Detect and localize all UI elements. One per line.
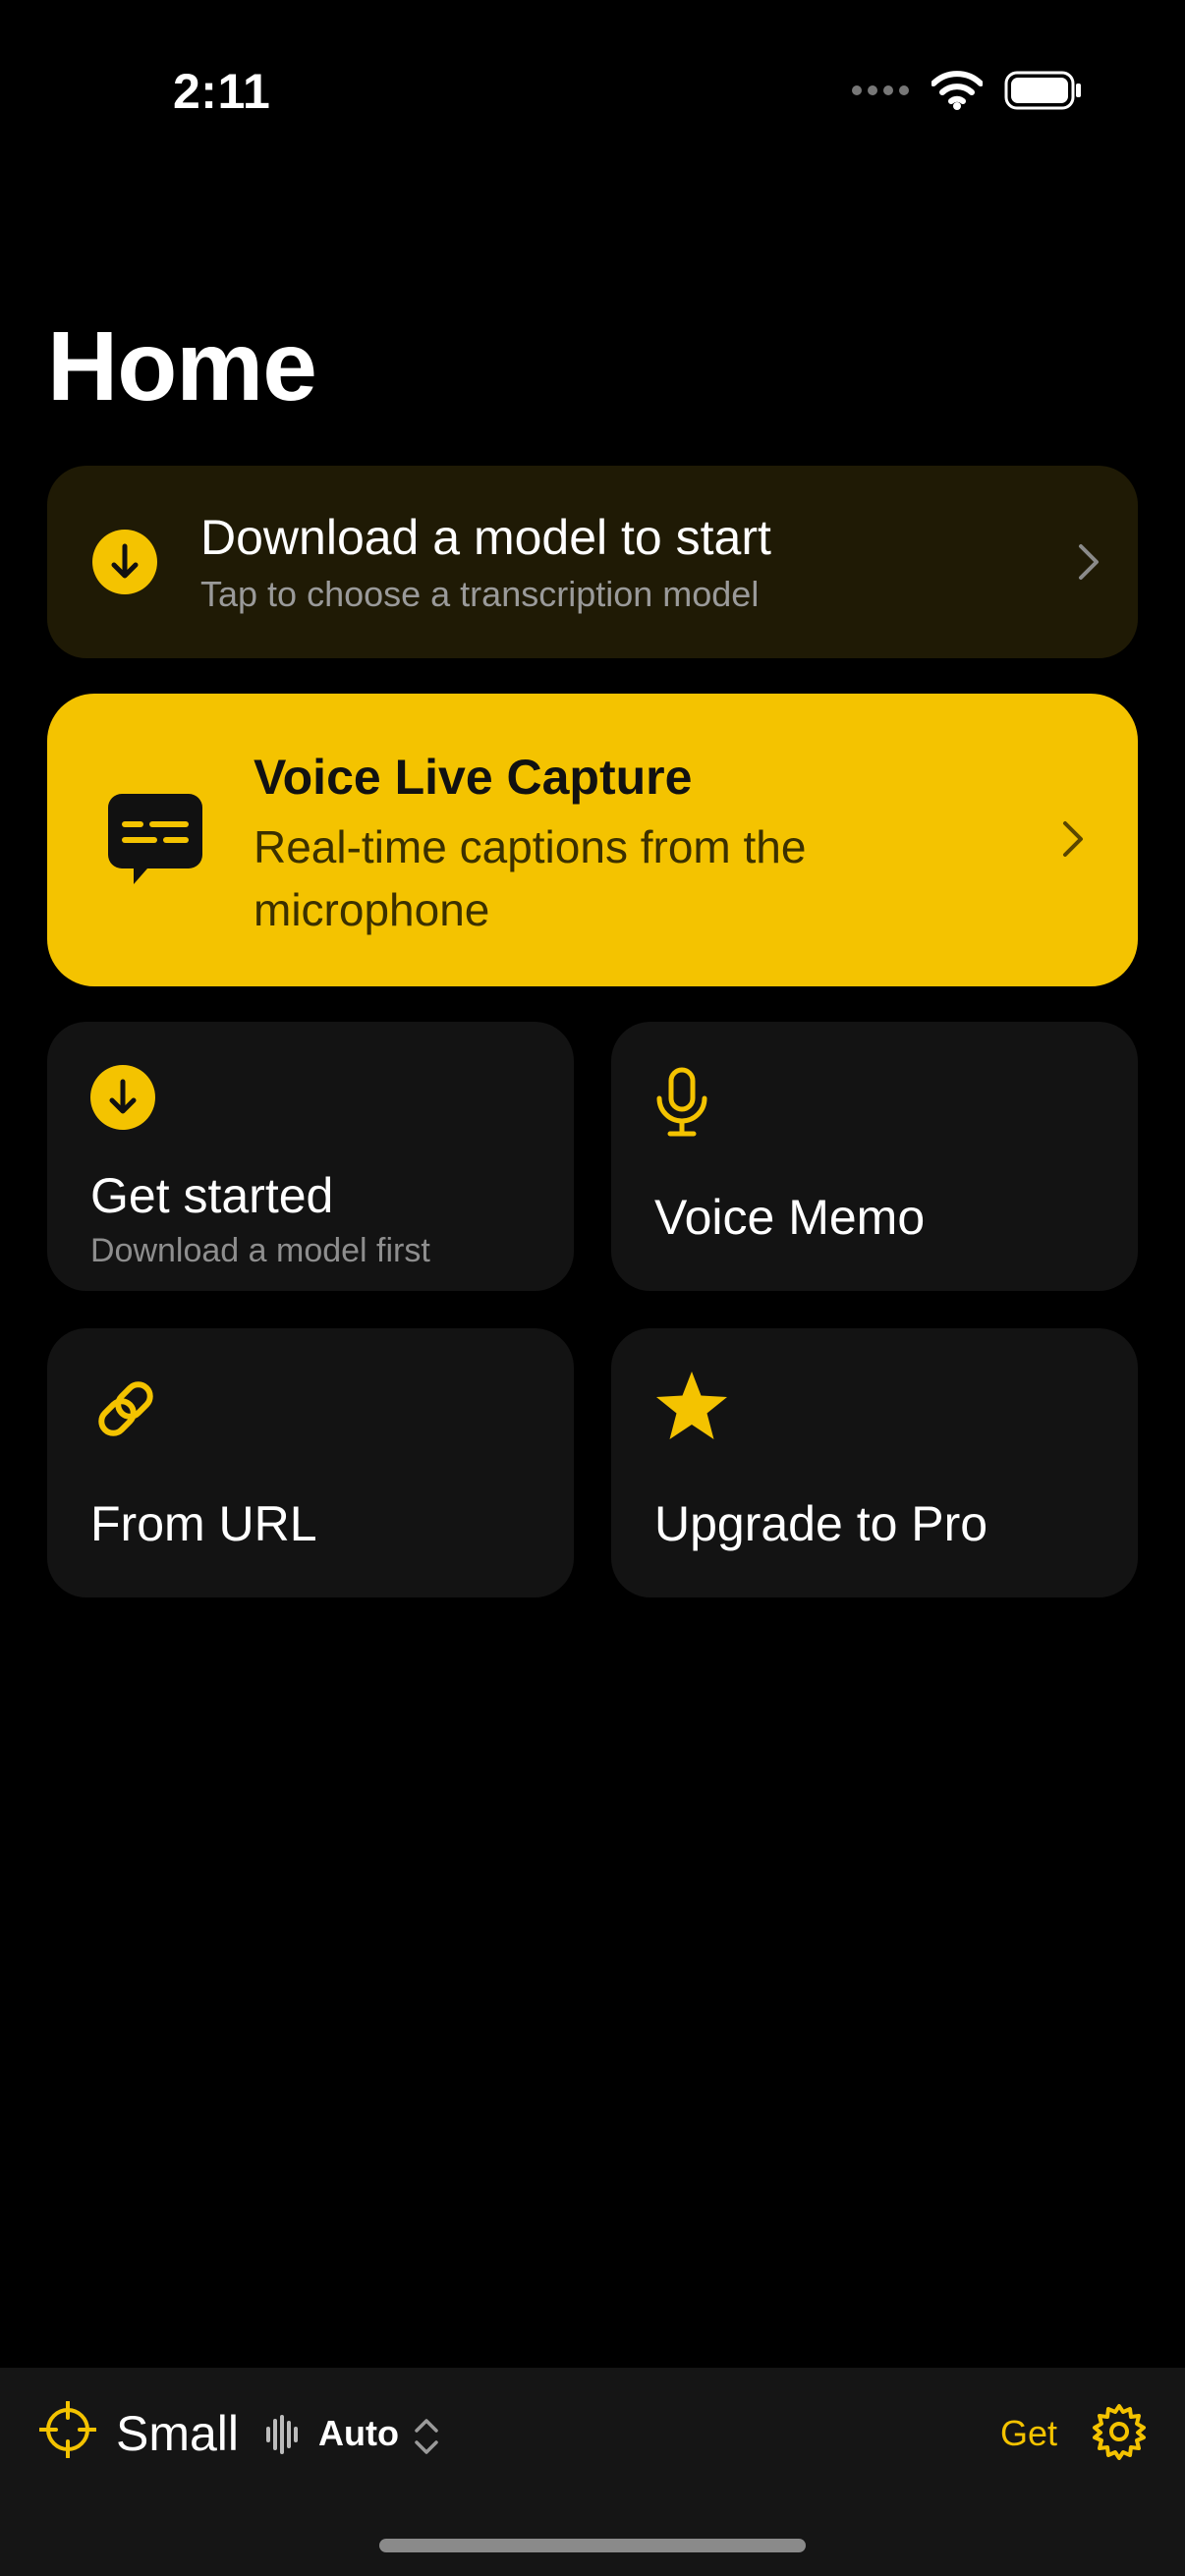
download-circle-icon bbox=[92, 530, 157, 594]
voice-live-capture-card[interactable]: Voice Live Capture Real-time captions fr… bbox=[47, 694, 1138, 986]
get-started-tile[interactable]: Get started Download a model first bbox=[47, 1022, 574, 1291]
tile-title: From URL bbox=[90, 1496, 317, 1551]
gear-icon[interactable] bbox=[1091, 2403, 1148, 2460]
page-title: Home bbox=[47, 311, 317, 421]
link-icon bbox=[98, 1381, 153, 1436]
home-indicator[interactable] bbox=[379, 2539, 806, 2552]
live-capture-title: Voice Live Capture bbox=[254, 750, 693, 805]
chevron-right-icon bbox=[1063, 821, 1083, 857]
star-icon bbox=[656, 1372, 727, 1439]
download-circle-icon bbox=[90, 1065, 155, 1130]
tile-title: Upgrade to Pro bbox=[654, 1496, 988, 1551]
get-button[interactable]: Get bbox=[1000, 2413, 1057, 2454]
home-screen: 2:11 Home Download a model to start Tap … bbox=[0, 0, 1185, 2576]
chevron-up-down-icon bbox=[415, 2419, 438, 2454]
wifi-icon bbox=[931, 71, 983, 110]
model-selector[interactable]: Small bbox=[116, 2405, 239, 2462]
tile-title: Get started bbox=[90, 1168, 334, 1223]
tile-title: Voice Memo bbox=[654, 1190, 926, 1245]
chevron-right-icon bbox=[1079, 544, 1099, 580]
caption-bubble-icon bbox=[108, 794, 202, 884]
crosshair-icon[interactable] bbox=[39, 2401, 96, 2458]
banner-subtitle: Tap to choose a transcription model bbox=[200, 574, 760, 614]
battery-icon bbox=[1004, 71, 1081, 110]
from-url-tile[interactable]: From URL bbox=[47, 1328, 574, 1597]
microphone-icon bbox=[656, 1067, 707, 1137]
waveform-icon bbox=[266, 2415, 298, 2454]
signal-dots-icon bbox=[852, 85, 909, 95]
status-icons bbox=[851, 71, 1083, 110]
live-capture-subtitle: Real-time captions from the microphone bbox=[254, 821, 807, 935]
banner-title: Download a model to start bbox=[200, 510, 771, 565]
status-time: 2:11 bbox=[173, 64, 271, 119]
download-model-banner[interactable]: Download a model to start Tap to choose … bbox=[47, 466, 1138, 658]
voice-memo-tile[interactable]: Voice Memo bbox=[611, 1022, 1138, 1291]
upgrade-to-pro-tile[interactable]: Upgrade to Pro bbox=[611, 1328, 1138, 1597]
tile-subtitle: Download a model first bbox=[90, 1232, 430, 1269]
language-mode-selector[interactable]: Auto bbox=[318, 2413, 399, 2454]
